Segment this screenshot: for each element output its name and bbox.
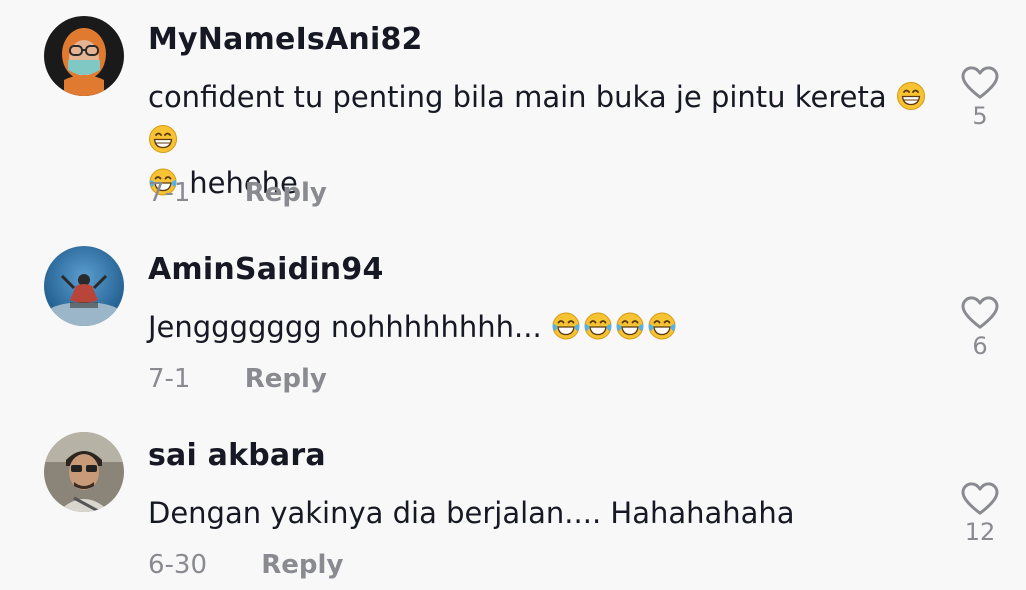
like-count: 5 [972, 102, 988, 130]
avatar[interactable] [44, 16, 124, 96]
reply-button[interactable]: Reply [245, 178, 327, 208]
heart-outline-icon[interactable] [961, 482, 999, 516]
tears-of-joy-emoji [615, 311, 645, 341]
comment-username[interactable]: sai akbara [148, 438, 326, 473]
like-count: 6 [972, 332, 988, 360]
comment-date: 6-30 [148, 550, 208, 580]
like-button[interactable]: 6 [955, 296, 1005, 360]
comment-meta: 6-30 Reply [148, 550, 343, 580]
reply-button[interactable]: Reply [245, 364, 327, 394]
comment-meta: 7-1 Reply [148, 178, 327, 208]
comment-text-main: confident tu penting bila main buka je p… [148, 80, 896, 114]
heart-outline-icon[interactable] [961, 296, 999, 330]
comment-item: sai akbara Dengan yakinya dia berjalan..… [0, 400, 1026, 590]
tears-of-joy-emoji [647, 311, 677, 341]
tears-of-joy-emoji [551, 311, 581, 341]
avatar[interactable] [44, 246, 124, 326]
grinning-face-emoji [896, 81, 926, 111]
comment-text: Jenggggggg nohhhhhhhh... [148, 306, 938, 349]
grinning-face-emoji [148, 124, 178, 154]
comment-username[interactable]: AminSaidin94 [148, 252, 384, 287]
like-count: 12 [964, 518, 996, 546]
comment-text: Dengan yakinya dia berjalan.... Hahahaha… [148, 492, 938, 535]
comment-item: AminSaidin94 Jenggggggg nohhhhhhhh... 7-… [0, 215, 1026, 400]
avatar[interactable] [44, 432, 124, 512]
tears-of-joy-emoji [583, 311, 613, 341]
comment-text-main: Jenggggggg nohhhhhhhh... [148, 310, 551, 344]
comment-date: 7-1 [148, 364, 191, 394]
comment-text-main: Dengan yakinya dia berjalan.... Hahahaha… [148, 496, 795, 530]
like-button[interactable]: 5 [955, 66, 1005, 130]
comment-date: 7-1 [148, 178, 191, 208]
comment-meta: 7-1 Reply [148, 364, 327, 394]
heart-outline-icon[interactable] [961, 66, 999, 100]
reply-button[interactable]: Reply [261, 550, 343, 580]
comment-item: MyNameIsAni82 confident tu penting bila … [0, 0, 1026, 215]
comment-username[interactable]: MyNameIsAni82 [148, 22, 423, 57]
like-button[interactable]: 12 [955, 482, 1005, 546]
